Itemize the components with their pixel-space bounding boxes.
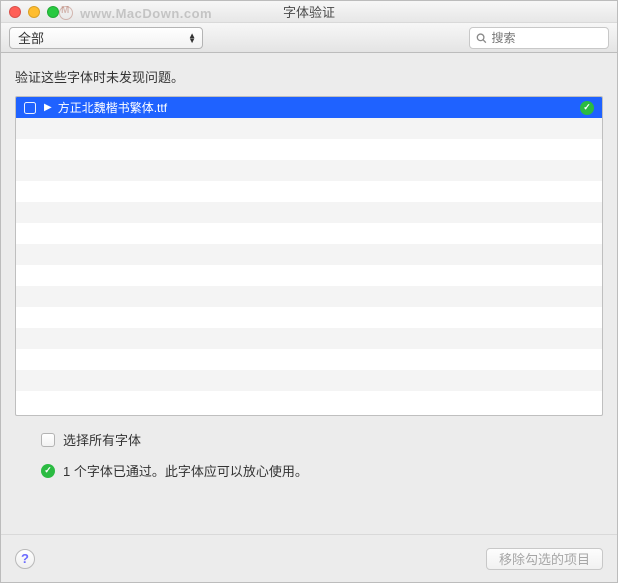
row-checkbox[interactable] [24, 102, 36, 114]
zoom-icon[interactable] [47, 6, 59, 18]
list-row[interactable] [16, 370, 602, 391]
validation-message: 验证这些字体时未发现问题。 [15, 67, 603, 86]
content-area: 验证这些字体时未发现问题。 ▶ 方正北魏楷书繁体.ttf 选择所有字体 1 个字体… [1, 53, 617, 534]
font-filename: 方正北魏楷书繁体.ttf [58, 99, 580, 116]
titlebar: www.MacDown.com 字体验证 [1, 1, 617, 23]
list-row[interactable] [16, 139, 602, 160]
list-row[interactable] [16, 223, 602, 244]
list-row[interactable] [16, 307, 602, 328]
search-field[interactable] [469, 27, 609, 49]
pass-status-text: 1 个字体已通过。此字体应可以放心使用。 [63, 461, 308, 480]
list-row[interactable] [16, 181, 602, 202]
disclosure-triangle-icon[interactable]: ▶ [44, 102, 52, 113]
watermark: www.MacDown.com [59, 4, 212, 21]
list-row[interactable] [16, 202, 602, 223]
chevron-updown-icon: ▲▼ [188, 33, 196, 43]
toolbar: 全部 ▲▼ [1, 23, 617, 53]
status-pass-icon [580, 101, 594, 115]
search-icon [476, 32, 487, 44]
list-row[interactable] [16, 349, 602, 370]
window-controls [9, 6, 59, 18]
list-row[interactable] [16, 160, 602, 181]
footer: ? 移除勾选的项目 [1, 534, 617, 582]
window-title: 字体验证 [1, 2, 617, 21]
close-icon[interactable] [9, 6, 21, 18]
font-list[interactable]: ▶ 方正北魏楷书繁体.ttf [15, 96, 603, 416]
list-row[interactable] [16, 265, 602, 286]
list-row[interactable] [16, 286, 602, 307]
checkmark-circle-icon [41, 464, 55, 478]
font-validation-window: www.MacDown.com 字体验证 全部 ▲▼ 验证这些字体时未发现问题。… [0, 0, 618, 583]
select-all-checkbox[interactable] [41, 433, 55, 447]
filter-dropdown[interactable]: 全部 ▲▼ [9, 27, 203, 49]
list-row[interactable] [16, 118, 602, 139]
search-input[interactable] [492, 31, 602, 45]
list-row[interactable] [16, 244, 602, 265]
watermark-icon [59, 6, 73, 20]
list-row[interactable] [16, 328, 602, 349]
filter-selected-label: 全部 [18, 28, 44, 47]
watermark-text: www.MacDown.com [80, 6, 212, 21]
pass-status-row: 1 个字体已通过。此字体应可以放心使用。 [41, 461, 591, 480]
list-row-selected[interactable]: ▶ 方正北魏楷书繁体.ttf [16, 97, 602, 118]
list-row[interactable] [16, 391, 602, 412]
select-all-checkbox-row[interactable]: 选择所有字体 [41, 430, 591, 449]
minimize-icon[interactable] [28, 6, 40, 18]
remove-selected-button[interactable]: 移除勾选的项目 [486, 548, 603, 570]
options-area: 选择所有字体 1 个字体已通过。此字体应可以放心使用。 [15, 416, 603, 480]
select-all-label: 选择所有字体 [63, 430, 141, 449]
help-button[interactable]: ? [15, 549, 35, 569]
